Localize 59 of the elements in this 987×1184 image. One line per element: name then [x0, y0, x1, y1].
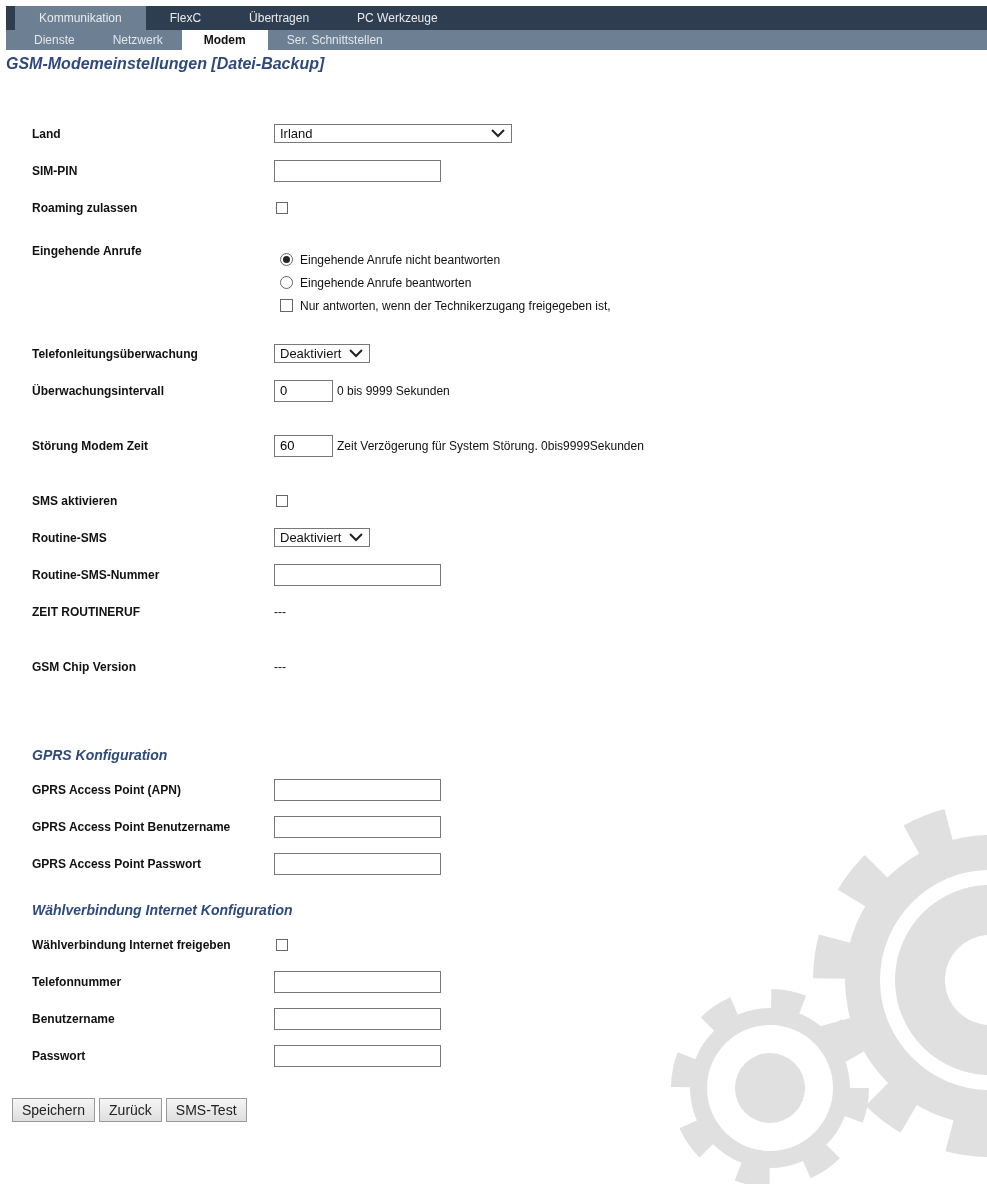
sub-tab[interactable]: Modem — [181, 30, 268, 50]
form-button[interactable]: Speichern — [12, 1098, 96, 1122]
checkbox[interactable] — [276, 938, 288, 951]
field-label: Störung Modem Zeit — [32, 438, 149, 453]
dropdown[interactable]: Irland — [274, 124, 512, 143]
dropdown[interactable]: Deaktiviert — [274, 344, 370, 363]
section-heading: Wählverbindung Internet Konfiguration — [32, 902, 294, 920]
field-label: ZEIT ROUTINERUF — [32, 604, 141, 619]
form-button[interactable]: SMS-Test — [165, 1098, 247, 1122]
field-label: Telefonleitungsüberwachung — [32, 346, 199, 361]
dropdown[interactable]: Deaktiviert — [274, 528, 370, 547]
chevron-down-icon — [349, 533, 363, 542]
field-label: Routine-SMS — [32, 530, 108, 545]
checkbox[interactable] — [280, 299, 293, 312]
form-button[interactable]: Zurück — [99, 1098, 162, 1122]
section-heading: GPRS Konfiguration — [32, 747, 169, 765]
input-field[interactable] — [274, 852, 441, 875]
field-label: Land — [32, 126, 62, 141]
field-label: SMS aktivieren — [32, 493, 119, 508]
hint-text: 0 bis 9999 Sekunden — [337, 383, 450, 398]
radio-button[interactable] — [280, 253, 293, 266]
input-field[interactable] — [274, 815, 441, 838]
field-value: --- — [274, 659, 286, 674]
chevron-down-icon — [491, 129, 505, 138]
field-label: Eingehende Anrufe — [32, 244, 143, 258]
field-label: Wählverbindung Internet freigeben — [32, 937, 232, 952]
input-field[interactable] — [274, 1007, 441, 1030]
input-field[interactable] — [274, 1044, 441, 1067]
field-label: Überwachungsintervall — [32, 383, 166, 398]
field-label: SIM-PIN — [32, 163, 79, 178]
chevron-down-icon — [349, 349, 363, 358]
field-label: Passwort — [32, 1048, 87, 1063]
radio-button[interactable] — [280, 276, 293, 289]
field-value: --- — [274, 604, 286, 619]
field-label: Telefonnummer — [32, 974, 123, 989]
checkbox[interactable] — [276, 494, 288, 507]
input-field[interactable] — [274, 563, 441, 586]
page-title: GSM-Modemeinstellungen [Datei-Backup] — [6, 55, 326, 73]
input-field[interactable] — [274, 778, 441, 801]
field-label: Routine-SMS-Nummer — [32, 567, 161, 582]
nav-tab[interactable]: PC Werkzeuge — [333, 6, 462, 30]
input-field[interactable]: 60 — [274, 434, 333, 457]
hint-text: Zeit Verzögerung für System Störung. 0bis9999Sekunden — [337, 438, 644, 453]
option-label: Eingehende Anrufe beantworten — [300, 275, 472, 290]
field-label: GSM Chip Version — [32, 659, 137, 674]
input-field[interactable]: 0 — [274, 379, 333, 402]
nav-tab[interactable]: Kommunikation — [15, 6, 146, 30]
field-label: GPRS Access Point Benutzername — [32, 819, 232, 834]
input-field[interactable] — [274, 159, 441, 182]
input-field[interactable] — [274, 970, 441, 993]
checkbox[interactable] — [276, 201, 288, 214]
option-label: Eingehende Anrufe nicht beantworten — [300, 252, 501, 267]
field-label: Benutzername — [32, 1011, 116, 1026]
nav-tab[interactable]: FlexC — [145, 6, 226, 30]
option-label: Nur antworten, wenn der Technikerzugang freigegeben ist, — [300, 298, 611, 313]
field-label: GPRS Access Point (APN) — [32, 782, 182, 797]
field-label: GPRS Access Point Passwort — [32, 856, 202, 871]
field-label: Roaming zulassen — [32, 200, 139, 215]
nav-tab[interactable]: Übertragen — [225, 6, 334, 30]
